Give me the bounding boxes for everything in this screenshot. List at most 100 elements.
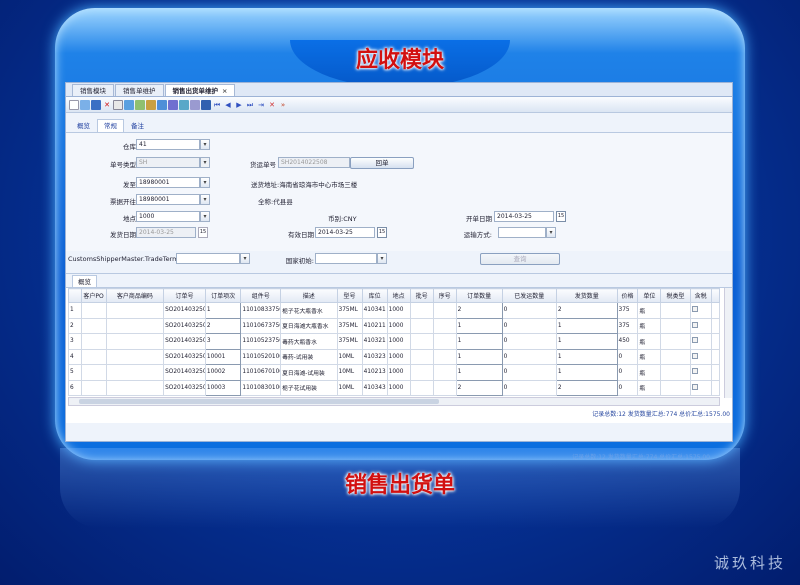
delivery-no-field[interactable]: SH2014022508: [278, 157, 350, 168]
report-icon[interactable]: [168, 99, 178, 110]
table-cell[interactable]: SO2014032507: [163, 348, 206, 365]
table-cell[interactable]: [432, 302, 457, 319]
table-cell[interactable]: 毒药大瓶香水: [280, 333, 338, 350]
new-icon[interactable]: [69, 99, 79, 110]
table-cell[interactable]: 1: [555, 348, 618, 365]
table-cell[interactable]: 栀子花试用装: [280, 379, 338, 396]
table-cell[interactable]: 110108301000: [240, 379, 282, 396]
table-cell[interactable]: 瓶: [637, 302, 662, 319]
ship-to-field[interactable]: 18980001: [136, 177, 200, 188]
table-cell[interactable]: [105, 364, 165, 381]
export-icon[interactable]: [135, 99, 145, 110]
column-header[interactable]: 价格: [616, 288, 639, 303]
warehouse-field[interactable]: 41: [136, 139, 200, 150]
table-cell[interactable]: [689, 302, 712, 319]
table-cell[interactable]: [689, 317, 712, 334]
table-cell[interactable]: 瓶: [637, 317, 662, 334]
table-cell[interactable]: [80, 379, 107, 396]
table-cell[interactable]: 375ML: [336, 317, 363, 334]
table-cell[interactable]: 410343: [361, 379, 388, 396]
table-cell[interactable]: 1000: [386, 317, 411, 334]
column-header[interactable]: 单位: [637, 288, 662, 303]
copy-icon[interactable]: [124, 99, 134, 110]
calendar-icon[interactable]: 15: [556, 211, 566, 222]
tax-checkbox[interactable]: [691, 383, 698, 390]
table-cell[interactable]: 2: [455, 379, 503, 396]
table-cell[interactable]: 1: [204, 302, 242, 319]
save-icon[interactable]: [91, 99, 101, 110]
table-cell[interactable]: 10ML: [336, 364, 363, 381]
tab-sales-order-maintain[interactable]: 销售单维护: [115, 84, 164, 96]
print-icon[interactable]: [113, 99, 123, 110]
chevron-down-icon[interactable]: ▾: [200, 139, 210, 150]
tab-sales-shipment-maintain[interactable]: 销售出货单维护 ×: [164, 84, 236, 96]
column-header[interactable]: 型号: [336, 288, 363, 303]
table-row[interactable]: 5SO201403250710002110106701000夏日海滩-试用装10…: [68, 364, 721, 381]
table-cell[interactable]: SO2014032507: [163, 317, 206, 334]
tab-overview[interactable]: 概览: [70, 119, 97, 132]
table-cell[interactable]: 110108337500: [240, 302, 282, 319]
tax-checkbox[interactable]: [691, 337, 698, 344]
tax-checkbox[interactable]: [691, 321, 698, 328]
table-cell[interactable]: SO2014032507: [163, 302, 206, 319]
table-cell[interactable]: 1000: [386, 379, 411, 396]
table-cell[interactable]: [80, 317, 107, 334]
tax-checkbox[interactable]: [691, 368, 698, 375]
scroll-thumb[interactable]: [79, 399, 439, 404]
table-cell[interactable]: 1: [555, 317, 618, 334]
table-cell[interactable]: [660, 333, 691, 350]
table-cell[interactable]: [432, 333, 457, 350]
table-cell[interactable]: 瓶: [637, 379, 662, 396]
table-cell[interactable]: 2: [204, 317, 242, 334]
table-cell[interactable]: [689, 379, 712, 396]
table-cell[interactable]: 10002: [204, 364, 242, 381]
table-cell[interactable]: [432, 379, 457, 396]
table-cell[interactable]: [432, 348, 457, 365]
table-cell[interactable]: 夏日海滩大瓶香水: [280, 317, 338, 334]
table-cell[interactable]: 1000: [386, 333, 411, 350]
table-cell[interactable]: 110105237500: [240, 333, 282, 350]
delete-icon[interactable]: ✕: [102, 100, 112, 110]
table-cell[interactable]: 0: [616, 364, 639, 381]
table-cell[interactable]: [689, 348, 712, 365]
table-cell[interactable]: [105, 302, 165, 319]
query-button[interactable]: 查询: [480, 253, 560, 265]
column-header[interactable]: 组件号: [240, 288, 282, 303]
table-cell[interactable]: 410321: [361, 333, 388, 350]
import-icon[interactable]: [157, 99, 167, 110]
table-cell[interactable]: 栀子花大瓶香水: [280, 302, 338, 319]
table-cell[interactable]: 瓶: [637, 348, 662, 365]
chevron-down-icon[interactable]: ▾: [546, 227, 556, 238]
table-cell[interactable]: 0: [501, 302, 557, 319]
table-cell[interactable]: 1000: [386, 302, 411, 319]
table-cell[interactable]: 10ML: [336, 348, 363, 365]
next-record-icon[interactable]: ▶: [234, 100, 244, 110]
location-field[interactable]: 1000: [136, 211, 200, 222]
table-cell[interactable]: 10003: [204, 379, 242, 396]
prev-record-icon[interactable]: ◀: [223, 100, 233, 110]
calendar-icon[interactable]: 15: [377, 227, 387, 238]
cancel-icon[interactable]: ✕: [267, 100, 277, 110]
column-header[interactable]: 订单号: [163, 288, 206, 303]
table-cell[interactable]: [660, 348, 691, 365]
horizontal-scrollbar[interactable]: [68, 397, 720, 406]
table-cell[interactable]: 2: [555, 379, 618, 396]
chevron-down-icon[interactable]: ▾: [200, 177, 210, 188]
bill-to-field[interactable]: 18980001: [136, 194, 200, 205]
first-record-icon[interactable]: ⏮: [212, 100, 222, 110]
table-cell[interactable]: 0: [501, 317, 557, 334]
table-cell[interactable]: 1: [455, 364, 503, 381]
table-cell[interactable]: 1000: [386, 364, 411, 381]
table-cell[interactable]: [660, 379, 691, 396]
table-cell[interactable]: 1: [555, 364, 618, 381]
calc-icon[interactable]: [201, 99, 211, 110]
column-header[interactable]: 客户PO: [80, 288, 107, 303]
table-cell[interactable]: 瓶: [637, 333, 662, 350]
tab-general[interactable]: 常规: [97, 119, 124, 132]
table-cell[interactable]: 瓶: [637, 364, 662, 381]
column-header[interactable]: 地点: [386, 288, 411, 303]
table-cell[interactable]: [689, 333, 712, 350]
table-cell[interactable]: 375: [616, 302, 639, 319]
table-cell[interactable]: [409, 302, 434, 319]
table-cell[interactable]: 410323: [361, 348, 388, 365]
